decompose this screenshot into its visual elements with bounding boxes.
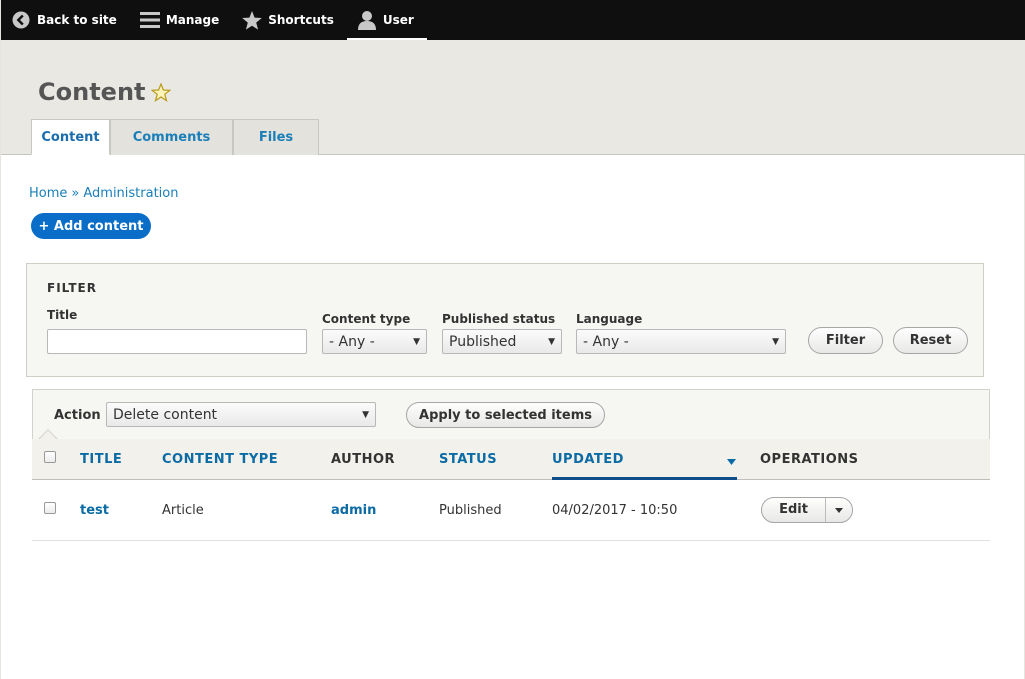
manage-label: Manage [165, 13, 220, 27]
row-title-link[interactable]: test [80, 503, 109, 518]
chevron-down-icon: ▼ [772, 336, 779, 347]
user-menu[interactable]: User [346, 0, 427, 40]
chevron-down-icon: ▼ [362, 409, 369, 420]
shortcuts-label: Shortcuts [268, 13, 334, 27]
select-all-checkbox[interactable] [44, 451, 56, 463]
filter-fieldset: FILTER Title Content type - Any - ▼ Publ… [26, 263, 984, 377]
published-status-select[interactable]: Published ▼ [442, 329, 562, 354]
row-updated: 04/02/2017 - 10:50 [552, 503, 678, 518]
edit-button[interactable]: Edit [762, 498, 826, 522]
row-operations-dropbutton: Edit [761, 497, 853, 523]
star-icon [242, 10, 263, 30]
page-header: Content Content Comments Files [1, 40, 1025, 155]
sort-descending-icon [727, 454, 736, 469]
dropbutton-toggle[interactable] [826, 507, 852, 513]
title-filter-label: Title [47, 308, 78, 322]
column-header-updated[interactable]: UPDATED [552, 452, 624, 467]
filter-button[interactable]: Filter [808, 327, 883, 354]
bulk-action-bar: Action Delete content ▼ Apply to selecte… [32, 389, 990, 439]
chevron-down-icon [835, 507, 843, 513]
action-select-value: Delete content [113, 406, 218, 423]
column-header-author: AUTHOR [331, 452, 396, 467]
row-content-type: Article [162, 503, 204, 518]
reset-button[interactable]: Reset [893, 327, 968, 354]
language-value: - Any - [583, 333, 629, 350]
back-to-site-label: Back to site [37, 13, 117, 27]
manage-menu[interactable]: Manage [130, 0, 232, 40]
breadcrumb-administration-link[interactable]: Administration [83, 186, 178, 201]
column-header-status[interactable]: STATUS [439, 452, 497, 467]
tab-files[interactable]: Files [233, 119, 319, 155]
action-label: Action [54, 408, 101, 423]
back-to-site-link[interactable]: Back to site [1, 0, 130, 40]
content-type-label: Content type [322, 312, 411, 326]
language-select[interactable]: - Any - ▼ [576, 329, 786, 354]
row-select-checkbox[interactable] [44, 502, 56, 514]
content-type-value: - Any - [329, 333, 375, 350]
back-arrow-icon [11, 10, 31, 30]
breadcrumb-home-link[interactable]: Home [29, 186, 67, 201]
shortcuts-menu[interactable]: Shortcuts [232, 0, 347, 40]
user-icon [357, 10, 377, 30]
shortcut-star-icon[interactable] [150, 82, 172, 106]
title-filter-input[interactable] [47, 329, 307, 354]
page-title: Content [38, 78, 146, 106]
row-status: Published [439, 503, 502, 518]
column-header-operations: OPERATIONS [760, 452, 859, 467]
user-label: User [382, 13, 414, 27]
breadcrumb-separator: » [71, 186, 80, 201]
language-label: Language [576, 312, 643, 326]
content-type-select[interactable]: - Any - ▼ [322, 329, 427, 354]
published-status-value: Published [449, 333, 517, 350]
apply-to-selected-button[interactable]: Apply to selected items [406, 402, 605, 428]
table-header-row: TITLE CONTENT TYPE AUTHOR STATUS UPDATED… [32, 439, 990, 480]
action-select[interactable]: Delete content ▼ [106, 402, 376, 427]
primary-tabs: Content Comments Files [31, 119, 319, 155]
row-author-link[interactable]: admin [331, 503, 376, 518]
chevron-down-icon: ▼ [413, 336, 420, 347]
filter-legend: FILTER [47, 281, 97, 295]
column-header-title[interactable]: TITLE [80, 452, 122, 467]
add-content-button[interactable]: + Add content [31, 213, 151, 239]
chevron-down-icon: ▼ [548, 336, 555, 347]
column-header-content-type[interactable]: CONTENT TYPE [162, 452, 278, 467]
tab-comments[interactable]: Comments [110, 119, 233, 155]
table-row: test Article admin Published 04/02/2017 … [32, 480, 990, 541]
tab-content[interactable]: Content [31, 119, 110, 155]
breadcrumb: Home » Administration [29, 186, 179, 201]
hamburger-icon [139, 10, 160, 30]
admin-toolbar: Back to site Manage Shortcuts User [1, 0, 1025, 40]
published-status-label: Published status [442, 312, 556, 326]
